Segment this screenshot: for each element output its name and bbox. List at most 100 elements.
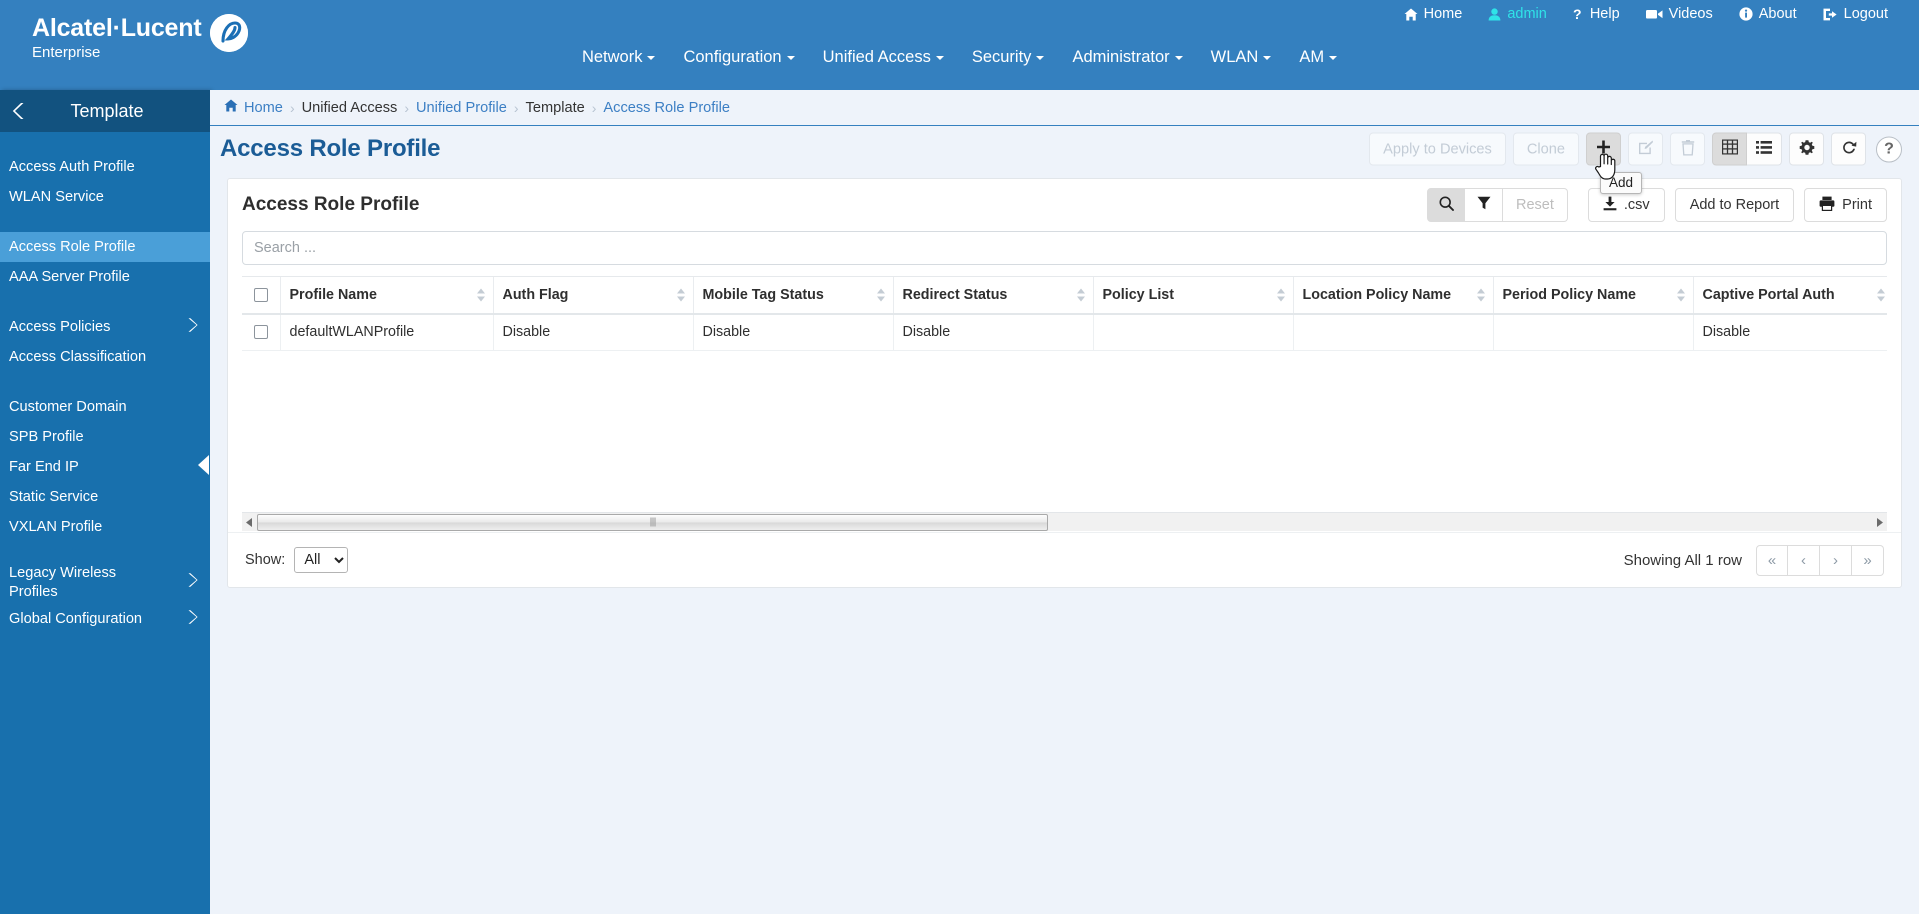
panel-title: Access Role Profile bbox=[242, 194, 420, 215]
breadcrumb-item-home[interactable]: Home bbox=[224, 99, 283, 116]
util-nav-home[interactable]: Home bbox=[1391, 0, 1476, 28]
column-mobile-tag-status[interactable]: Mobile Tag Status bbox=[693, 277, 894, 315]
clone-button[interactable]: Clone bbox=[1512, 132, 1579, 166]
column-policy-list[interactable]: Policy List bbox=[1093, 277, 1294, 315]
util-nav-admin[interactable]: admin bbox=[1475, 0, 1560, 28]
nav-item-security[interactable]: Security bbox=[958, 42, 1059, 73]
sidebar-item-access-auth-profile[interactable]: Access Auth Profile bbox=[0, 152, 210, 182]
pencil-square-icon bbox=[1638, 139, 1654, 159]
sidebar-item-legacy-wireless-profiles[interactable]: Legacy Wireless Profiles bbox=[0, 562, 210, 604]
column-profile-name[interactable]: Profile Name bbox=[280, 277, 494, 315]
chevron-down-icon bbox=[1329, 55, 1338, 60]
search-button[interactable] bbox=[1427, 188, 1466, 222]
last-page-button[interactable]: » bbox=[1852, 544, 1884, 576]
column-captive-portal-auth[interactable]: Captive Portal Auth bbox=[1693, 277, 1887, 315]
breadcrumb-item-unified-profile[interactable]: Unified Profile bbox=[416, 100, 507, 116]
scroll-left-arrow-icon[interactable] bbox=[242, 514, 257, 531]
logout-icon bbox=[1823, 8, 1838, 21]
add-button[interactable] bbox=[1586, 132, 1621, 166]
settings-button[interactable] bbox=[1789, 132, 1824, 166]
column-auth-flag[interactable]: Auth Flag bbox=[493, 277, 694, 315]
chevron-down-icon bbox=[1036, 55, 1045, 60]
sidebar-item-access-policies[interactable]: Access Policies bbox=[0, 312, 210, 342]
sidebar-item-global-configuration[interactable]: Global Configuration bbox=[0, 604, 210, 634]
next-page-button[interactable]: › bbox=[1820, 544, 1852, 576]
nav-item-wlan[interactable]: WLAN bbox=[1197, 42, 1286, 73]
breadcrumb-item-access-role-profile[interactable]: Access Role Profile bbox=[603, 100, 730, 116]
sidebar-item-label: VXLAN Profile bbox=[9, 519, 103, 535]
table-row[interactable]: defaultWLANProfile Disable Disable Disab… bbox=[242, 314, 1887, 351]
sidebar-item-static-service[interactable]: Static Service bbox=[0, 482, 210, 512]
refresh-button[interactable] bbox=[1831, 132, 1866, 166]
list-view-button[interactable] bbox=[1747, 132, 1782, 166]
delete-button[interactable] bbox=[1670, 132, 1705, 166]
sort-icon[interactable] bbox=[1876, 288, 1886, 303]
cell-location-policy-name bbox=[1293, 314, 1494, 351]
prev-page-button[interactable]: ‹ bbox=[1788, 544, 1820, 576]
chevron-left-icon[interactable] bbox=[8, 100, 30, 122]
plus-icon bbox=[1596, 140, 1611, 159]
nav-item-unified-access[interactable]: Unified Access bbox=[809, 42, 958, 73]
util-nav-about[interactable]: About bbox=[1726, 0, 1810, 28]
scrollbar-track[interactable] bbox=[257, 513, 1872, 531]
sidebar-item-spb-profile[interactable]: SPB Profile bbox=[0, 422, 210, 452]
column-redirect-status[interactable]: Redirect Status bbox=[893, 277, 1094, 315]
scrollbar-thumb[interactable] bbox=[257, 513, 1049, 531]
sidebar-item-aaa-server-profile[interactable]: AAA Server Profile bbox=[0, 262, 210, 292]
sidebar-item-access-role-profile[interactable]: Access Role Profile bbox=[0, 232, 210, 262]
edit-button[interactable] bbox=[1628, 132, 1663, 166]
select-all-checkbox[interactable] bbox=[253, 288, 268, 303]
row-checkbox[interactable] bbox=[253, 325, 268, 340]
sidebar-item-label: Legacy Wireless Profiles bbox=[9, 565, 117, 600]
search-input[interactable] bbox=[242, 231, 1887, 265]
sidebar-item-wlan-service[interactable]: WLAN Service bbox=[0, 182, 210, 212]
help-button[interactable]: ? bbox=[1876, 136, 1902, 162]
sort-icon[interactable] bbox=[1276, 288, 1286, 303]
filter-button[interactable] bbox=[1465, 188, 1504, 222]
reset-button[interactable]: Reset bbox=[1503, 188, 1568, 222]
util-nav-videos[interactable]: Videos bbox=[1633, 0, 1726, 28]
util-nav-logout[interactable]: Logout bbox=[1810, 0, 1901, 28]
sidebar-item-vxlan-profile[interactable]: VXLAN Profile bbox=[0, 512, 210, 542]
nav-item-am[interactable]: AM bbox=[1285, 42, 1351, 73]
nav-item-network[interactable]: Network bbox=[568, 42, 670, 73]
nav-item-unified-access-label: Unified Access bbox=[822, 48, 931, 66]
sort-icon[interactable] bbox=[1076, 288, 1086, 303]
sort-icon[interactable] bbox=[676, 288, 686, 303]
panel-header: Access Role Profile Reset .csv Add to Re… bbox=[228, 179, 1901, 231]
pagination-control: Showing All 1 row « ‹ › » bbox=[1624, 544, 1884, 576]
home-icon bbox=[224, 99, 238, 116]
nav-item-administrator-label: Administrator bbox=[1072, 48, 1170, 66]
horizontal-scrollbar[interactable] bbox=[242, 512, 1887, 531]
sort-icon[interactable] bbox=[1676, 288, 1686, 303]
info-circle-icon bbox=[1739, 7, 1753, 21]
refresh-icon bbox=[1841, 139, 1857, 159]
breadcrumb-separator: › bbox=[513, 99, 519, 116]
sort-icon[interactable] bbox=[876, 288, 886, 303]
scroll-right-arrow-icon[interactable] bbox=[1872, 514, 1887, 531]
sidebar: Template Access Auth Profile WLAN Servic… bbox=[0, 90, 210, 914]
column-policy-list-label: Policy List bbox=[1102, 287, 1175, 303]
user-icon bbox=[1488, 7, 1501, 21]
sort-icon[interactable] bbox=[476, 288, 486, 303]
main-navigation: Network Configuration Unified Access Sec… bbox=[0, 42, 1919, 73]
util-nav-help[interactable]: ? Help bbox=[1560, 0, 1633, 28]
grid-view-button[interactable] bbox=[1712, 132, 1747, 166]
sort-icon[interactable] bbox=[1476, 288, 1486, 303]
add-to-report-button[interactable]: Add to Report bbox=[1674, 188, 1795, 222]
printer-icon bbox=[1819, 196, 1835, 215]
apply-to-devices-button[interactable]: Apply to Devices bbox=[1369, 132, 1506, 166]
sidebar-item-customer-domain[interactable]: Customer Domain bbox=[0, 392, 210, 422]
first-page-button[interactable]: « bbox=[1756, 544, 1788, 576]
nav-item-configuration[interactable]: Configuration bbox=[669, 42, 808, 73]
breadcrumb-separator: › bbox=[289, 99, 295, 116]
print-button[interactable]: Print bbox=[1804, 188, 1887, 222]
sidebar-item-access-classification[interactable]: Access Classification bbox=[0, 342, 210, 372]
access-role-profile-table: Profile Name Auth Flag Mobile Tag Status bbox=[242, 277, 1887, 351]
nav-item-administrator[interactable]: Administrator bbox=[1058, 42, 1196, 73]
column-period-policy-name[interactable]: Period Policy Name bbox=[1493, 277, 1694, 315]
show-rows-select[interactable]: All 10 25 50 100 bbox=[294, 547, 349, 573]
sidebar-item-far-end-ip[interactable]: Far End IP bbox=[0, 452, 210, 482]
column-location-policy-name[interactable]: Location Policy Name bbox=[1293, 277, 1494, 315]
breadcrumb-item-home-label: Home bbox=[244, 99, 283, 116]
